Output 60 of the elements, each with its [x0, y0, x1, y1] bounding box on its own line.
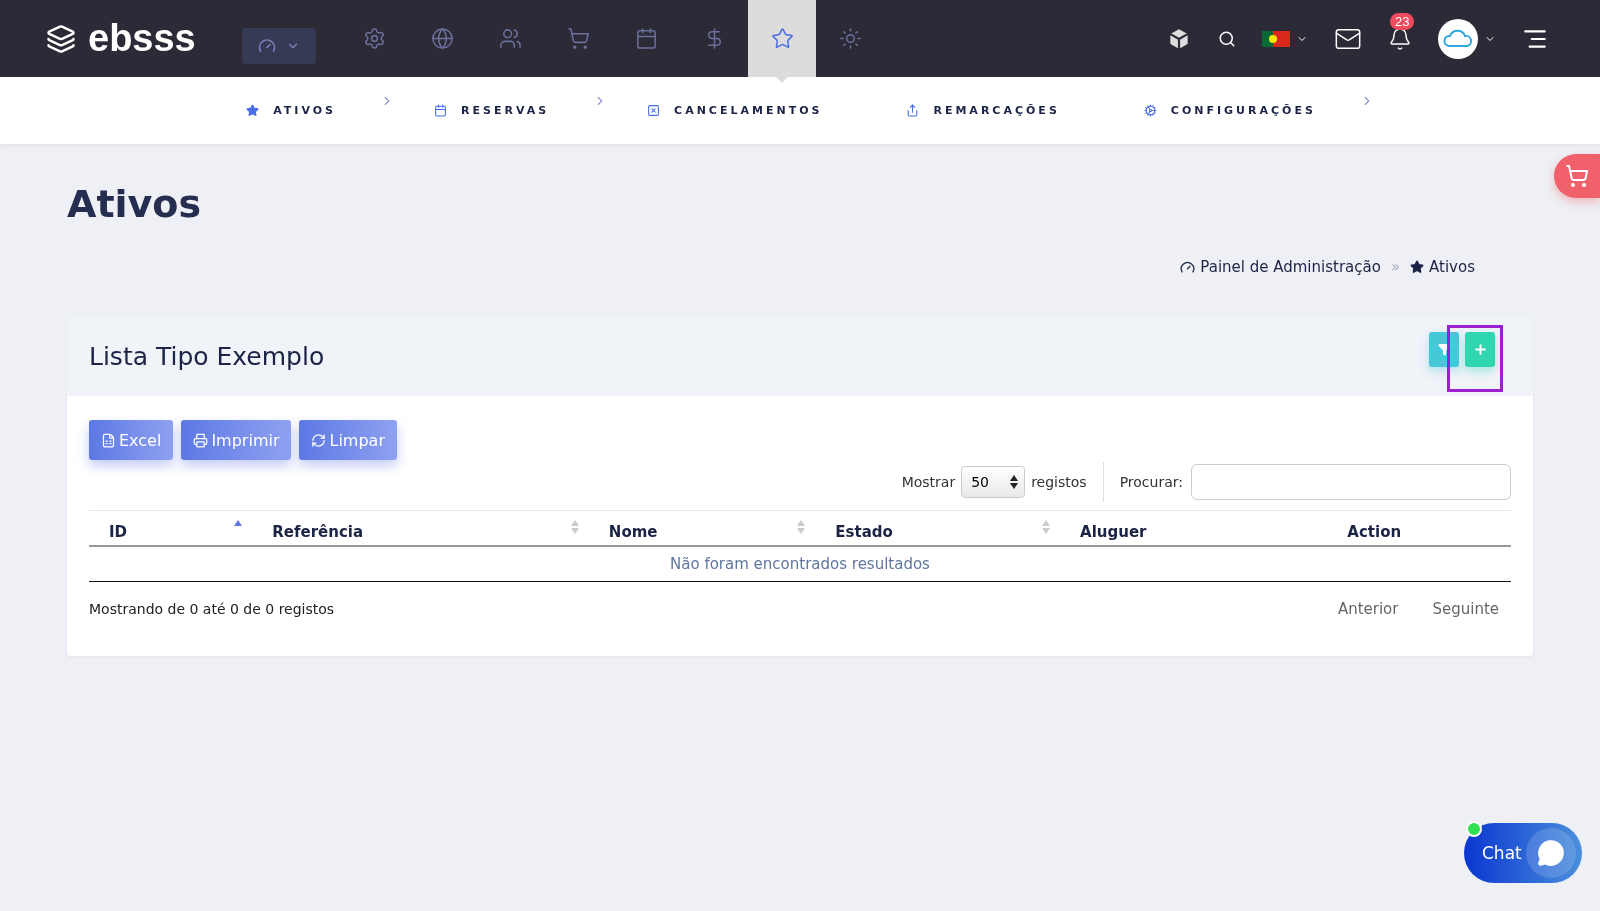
- globe-icon: [430, 27, 454, 50]
- cart-icon: [566, 27, 590, 50]
- sub-nav-link[interactable]: RESERVAS: [434, 104, 550, 117]
- cogs-icon: [1143, 104, 1157, 117]
- nav-tab[interactable]: [748, 0, 816, 77]
- search-icon[interactable]: [1218, 29, 1236, 48]
- plus-icon: [1472, 341, 1488, 357]
- users-icon: [498, 27, 522, 50]
- search-field[interactable]: [1191, 464, 1511, 500]
- brand-name: ebsss: [88, 17, 196, 60]
- breadcrumb-link[interactable]: Painel de Administração: [1180, 258, 1381, 276]
- sub-nav-link[interactable]: ATIVOS: [246, 104, 336, 117]
- breadcrumb-separator: »: [1390, 258, 1401, 276]
- card-title: Lista Tipo Exemplo: [89, 341, 325, 371]
- excel-icon: [101, 432, 116, 448]
- pagination-link[interactable]: Seguinte: [1420, 596, 1511, 622]
- add-button[interactable]: [1465, 331, 1495, 367]
- column-header[interactable]: Nome: [588, 510, 816, 546]
- empty-message: Não foram encontrados resultados: [89, 546, 1511, 582]
- flag-icon: [1262, 30, 1290, 47]
- length-label: Mostrar: [901, 474, 956, 490]
- language-dropdown[interactable]: [1262, 30, 1308, 47]
- calendar-icon: [434, 104, 447, 117]
- pagination-link[interactable]: Anterior: [1325, 596, 1411, 622]
- column-header[interactable]: Referência: [252, 510, 589, 546]
- settings-icon: [362, 27, 386, 50]
- chat-button[interactable]: Chat: [1464, 823, 1582, 883]
- page-title: Ativos: [67, 182, 203, 226]
- share-icon: [906, 104, 920, 117]
- logo-icon: [46, 23, 76, 54]
- dashboard-dropdown[interactable]: [242, 28, 316, 64]
- sub-nav-link[interactable]: CONFIGURAÇÕES: [1143, 104, 1316, 117]
- table-info: Mostrando de 0 até 0 de 0 registos: [89, 601, 335, 617]
- spinner-arrows-icon: [1010, 474, 1019, 490]
- search-label: Procurar:: [1119, 474, 1183, 490]
- avatar-dropdown[interactable]: [1438, 18, 1496, 59]
- star-icon: [770, 27, 794, 50]
- avatar: [1438, 18, 1478, 59]
- sub-nav-link[interactable]: REMARCAÇÕES: [906, 104, 1060, 117]
- column-header[interactable]: Estado: [815, 510, 1061, 546]
- print-icon: [193, 432, 209, 448]
- column-header[interactable]: Aluguer: [1060, 510, 1328, 546]
- column-header[interactable]: ID: [89, 510, 253, 546]
- cart-icon: [1565, 164, 1589, 188]
- chat-bubble-icon: [1537, 839, 1565, 867]
- refresh-icon: [311, 432, 327, 448]
- star-icon: [246, 104, 260, 117]
- star-icon: [1410, 260, 1425, 274]
- cancel-icon: [647, 104, 661, 117]
- notification-count: 23: [1390, 12, 1415, 30]
- length-label: registos: [1031, 474, 1087, 490]
- cart-button[interactable]: [1554, 154, 1600, 198]
- calendar-icon: [634, 27, 658, 50]
- breadcrumb-link[interactable]: Ativos: [1410, 258, 1475, 276]
- column-header[interactable]: Action: [1327, 510, 1511, 546]
- page-size-select[interactable]: 50: [961, 466, 1026, 498]
- gauge-icon: [1180, 259, 1196, 275]
- sun-icon: [838, 27, 862, 50]
- gauge-icon: [258, 37, 276, 55]
- sub-nav-link[interactable]: CANCELAMENTOS: [647, 104, 823, 117]
